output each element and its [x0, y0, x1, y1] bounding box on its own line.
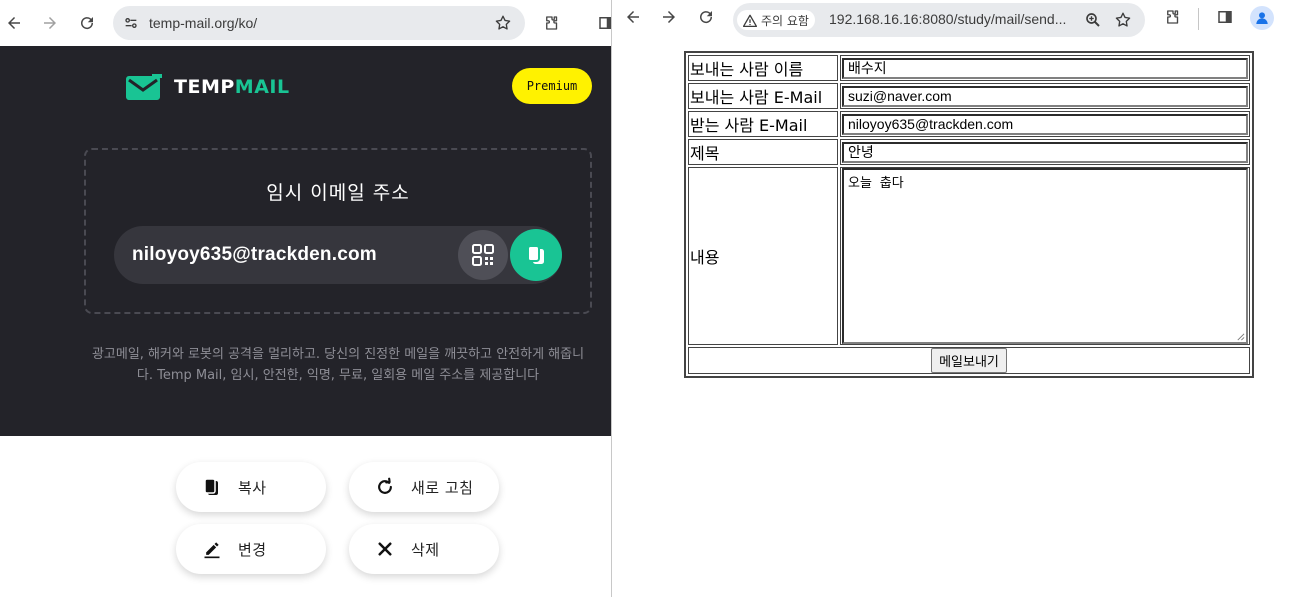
- content-cell: 오늘 춥다: [840, 167, 1250, 345]
- copy-icon: [202, 477, 222, 497]
- sender-email-label: 보내는 사람 E-Mail: [688, 83, 838, 109]
- side-panel-icon: [599, 17, 611, 29]
- envelope-logo-icon: [126, 74, 162, 100]
- temp-email-field[interactable]: niloyoy635@trackden.com: [114, 226, 562, 284]
- extensions-button[interactable]: [1159, 3, 1187, 31]
- sender-email-row: 보내는 사람 E-Mail suzi@naver.com: [688, 83, 1250, 109]
- copy-icon: [527, 245, 544, 264]
- refresh-label: 새로 고침: [411, 478, 474, 497]
- reload-icon: [700, 11, 713, 24]
- sender-name-input[interactable]: 배수지: [842, 57, 1248, 79]
- back-arrow-icon: [8, 17, 20, 29]
- delete-label: 삭제: [411, 540, 440, 559]
- receiver-email-cell: niloyoy635@trackden.com: [840, 111, 1250, 137]
- tempmail-logo[interactable]: TEMPMAIL: [126, 74, 290, 100]
- change-button[interactable]: 변경: [176, 524, 326, 574]
- subject-input[interactable]: 안녕: [842, 141, 1248, 163]
- content-row: 내용 오늘 춥다: [688, 167, 1250, 345]
- send-mail-button[interactable]: 메일보내기: [931, 348, 1007, 373]
- submit-cell: 메일보내기: [688, 347, 1250, 374]
- site-settings-icon[interactable]: [121, 13, 141, 33]
- copy-label: 복사: [238, 478, 267, 497]
- forward-arrow-icon: [44, 17, 56, 29]
- security-warning-text: 주의 요함: [761, 13, 809, 28]
- reload-button[interactable]: [73, 9, 101, 37]
- bookmark-star-icon[interactable]: [1113, 10, 1133, 30]
- refresh-button[interactable]: 새로 고침: [349, 462, 499, 512]
- right-url-text: 192.168.16.16:8080/study/mail/send...: [829, 11, 1067, 27]
- right-address-bar[interactable]: 주의 요함 192.168.16.16:8080/study/mail/send…: [733, 3, 1145, 37]
- resize-grip-icon[interactable]: [1236, 332, 1245, 341]
- bookmark-star-icon[interactable]: [493, 13, 513, 33]
- copy-email-button[interactable]: [510, 229, 562, 281]
- screen: temp-mail.org/ko/ TEMPMAIL Premium 임시 이메…: [0, 0, 1297, 597]
- tempmail-hero: TEMPMAIL Premium 임시 이메일 주소 niloyoy635@tr…: [0, 46, 611, 436]
- side-panel-button[interactable]: [1211, 3, 1239, 31]
- tempmail-description: 광고메일, 해커와 로봇의 공격을 멀리하고. 당신의 진정한 메일을 깨끗하고…: [91, 347, 585, 383]
- left-browser-window: temp-mail.org/ko/ TEMPMAIL Premium 임시 이메…: [0, 0, 611, 597]
- content-text: 오늘 춥다: [848, 176, 904, 191]
- change-label: 변경: [238, 540, 267, 559]
- logo-temp-text: TEMP: [174, 76, 235, 98]
- puzzle-icon: [546, 16, 558, 30]
- logo-mail-text: MAIL: [234, 76, 290, 98]
- puzzle-icon: [1167, 10, 1179, 24]
- refresh-icon: [375, 477, 395, 497]
- warning-triangle-icon: [743, 14, 757, 27]
- right-browser-window: 주의 요함 192.168.16.16:8080/study/mail/send…: [611, 0, 1297, 597]
- sender-email-cell: suzi@naver.com: [840, 83, 1250, 109]
- sender-name-cell: 배수지: [840, 55, 1250, 81]
- content-label: 내용: [688, 167, 838, 345]
- copy-button[interactable]: 복사: [176, 462, 326, 512]
- right-browser-toolbar: 주의 요함 192.168.16.16:8080/study/mail/send…: [612, 0, 1297, 40]
- sender-name-row: 보내는 사람 이름 배수지: [688, 55, 1250, 81]
- edit-pen-icon: [202, 539, 222, 559]
- qr-code-button[interactable]: [458, 230, 508, 280]
- qr-code-icon: [472, 244, 494, 266]
- security-warning-chip[interactable]: 주의 요함: [737, 10, 815, 30]
- tempmail-page: TEMPMAIL Premium 임시 이메일 주소 niloyoy635@tr…: [0, 46, 611, 597]
- temp-email-box: 임시 이메일 주소 niloyoy635@trackden.com: [84, 148, 592, 314]
- delete-button[interactable]: 삭제: [349, 524, 499, 574]
- content-textarea[interactable]: 오늘 춥다: [842, 168, 1248, 344]
- sender-email-input[interactable]: suzi@naver.com: [842, 85, 1248, 107]
- extensions-button[interactable]: [538, 9, 566, 37]
- back-button[interactable]: [0, 9, 28, 37]
- back-arrow-icon: [627, 11, 639, 23]
- user-avatar-icon: [1256, 12, 1268, 24]
- sender-name-label: 보내는 사람 이름: [688, 55, 838, 81]
- profile-avatar[interactable]: [1250, 6, 1274, 30]
- side-panel-button[interactable]: [592, 9, 611, 37]
- mail-form-table: 보내는 사람 이름 배수지 보내는 사람 E-Mail suzi@naver.c…: [684, 51, 1254, 378]
- subject-label: 제목: [688, 139, 838, 165]
- zoom-icon[interactable]: [1083, 10, 1103, 30]
- toolbar-separator: [1198, 8, 1199, 30]
- forward-button[interactable]: [655, 3, 683, 31]
- temp-email-title: 임시 이메일 주소: [266, 182, 410, 204]
- side-panel-icon: [1218, 11, 1232, 23]
- temp-email-address: niloyoy635@trackden.com: [132, 244, 377, 265]
- subject-row: 제목 안녕: [688, 139, 1250, 165]
- receiver-email-row: 받는 사람 E-Mail niloyoy635@trackden.com: [688, 111, 1250, 137]
- submit-row: 메일보내기: [688, 347, 1250, 374]
- subject-cell: 안녕: [840, 139, 1250, 165]
- back-button[interactable]: [619, 3, 647, 31]
- mail-form-area: 보내는 사람 이름 배수지 보내는 사람 E-Mail suzi@naver.c…: [684, 51, 1254, 378]
- left-browser-toolbar: temp-mail.org/ko/: [0, 0, 611, 46]
- close-x-icon: [375, 539, 395, 559]
- receiver-email-input[interactable]: niloyoy635@trackden.com: [842, 113, 1248, 135]
- forward-button[interactable]: [36, 9, 64, 37]
- reload-button[interactable]: [692, 3, 720, 31]
- left-address-bar[interactable]: temp-mail.org/ko/: [113, 6, 525, 40]
- left-url-text: temp-mail.org/ko/: [149, 15, 258, 31]
- tempmail-logo-text: TEMPMAIL: [174, 76, 290, 98]
- receiver-email-label: 받는 사람 E-Mail: [688, 111, 838, 137]
- forward-arrow-icon: [663, 11, 675, 23]
- reload-icon: [81, 17, 94, 30]
- premium-button[interactable]: Premium: [512, 68, 592, 104]
